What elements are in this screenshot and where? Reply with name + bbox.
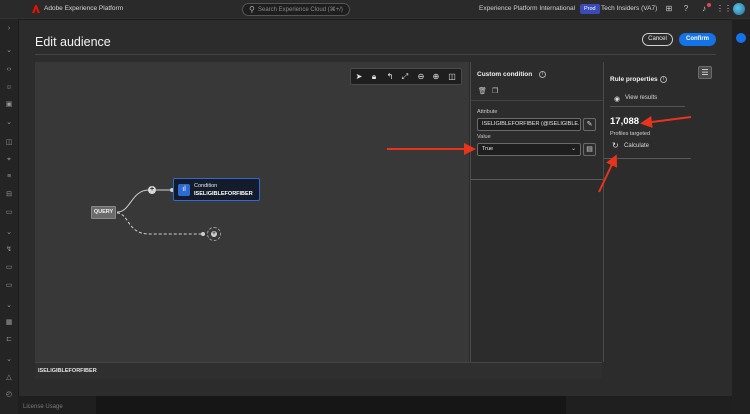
- zoom-out-icon[interactable]: ⊖: [416, 72, 426, 82]
- query-node[interactable]: QUERY: [91, 206, 116, 219]
- edit-attribute-icon[interactable]: ✎: [583, 118, 596, 131]
- chevron-down-icon: ⌄: [570, 146, 576, 152]
- cube-icon[interactable]: ▦: [5, 319, 13, 326]
- empty-input-port: [201, 232, 205, 236]
- pointer-icon[interactable]: ➤: [354, 72, 364, 82]
- chevron-down-icon[interactable]: ⌄: [5, 302, 13, 309]
- add-icon[interactable]: +: [211, 231, 217, 237]
- plug-icon[interactable]: ⊏: [5, 336, 13, 343]
- zoom-in-icon[interactable]: ⊕: [431, 72, 441, 82]
- refresh-icon[interactable]: ↻: [612, 141, 619, 150]
- undo-icon[interactable]: ↰: [385, 72, 395, 82]
- connection-icon[interactable]: ↯: [5, 246, 13, 253]
- search-input[interactable]: [258, 5, 346, 15]
- app-brand[interactable]: Adobe Experience Platform: [44, 5, 123, 12]
- value-picker-icon[interactable]: ▤: [583, 143, 596, 156]
- location-icon[interactable]: ⌖: [5, 156, 13, 163]
- add-node-placeholder[interactable]: +: [207, 227, 221, 241]
- attribute-label: Attribute: [477, 109, 498, 115]
- chat-icon[interactable]: ▭: [5, 282, 13, 289]
- segment-icon[interactable]: ◫: [5, 139, 13, 146]
- top-bar: Adobe Experience Platform ⚲ Experience P…: [0, 0, 750, 19]
- columns-icon[interactable]: ◫: [447, 72, 457, 82]
- info-icon[interactable]: i: [660, 76, 667, 83]
- condition-node-title: Condition: [194, 183, 218, 189]
- expand-icon[interactable]: ⤢: [400, 72, 410, 82]
- schema-icon[interactable]: ⊟: [5, 191, 13, 198]
- chat-icon[interactable]: ▭: [5, 264, 13, 271]
- eye-icon[interactable]: ◉: [614, 95, 620, 103]
- background-page-edge: [732, 19, 750, 414]
- duplicate-icon[interactable]: ❐: [492, 87, 498, 95]
- search-icon: ⚲: [249, 5, 255, 14]
- panel-divider: [471, 179, 603, 180]
- calculate-button[interactable]: Calculate: [624, 143, 649, 149]
- canvas-toolbar: ➤ 🔒︎ ↰ ⤢ ⊖ ⊕ ◫: [350, 68, 462, 85]
- condition-node-name: ISELIGIBLEFORFIBER: [194, 191, 253, 197]
- panel-divider: [610, 106, 685, 107]
- org-switcher[interactable]: Tech Insiders (VA7): [601, 5, 657, 12]
- license-usage-link: License Usage: [23, 404, 63, 410]
- environment-label: Experience Platform International: [479, 5, 576, 12]
- condition-icon: ıl: [178, 184, 190, 196]
- background-page-bottom: License Usage: [18, 396, 732, 414]
- code-icon[interactable]: ‹›: [5, 66, 13, 73]
- canvas-footer: ISELIGIBLEFORFIBER: [35, 362, 602, 379]
- add-condition-icon[interactable]: +: [148, 186, 156, 194]
- apps-icon[interactable]: ⋮⋮: [716, 4, 732, 13]
- message-icon[interactable]: ▭: [5, 209, 13, 216]
- chevron-down-icon[interactable]: ⌄: [5, 229, 13, 236]
- help-icon[interactable]: ?: [681, 4, 691, 13]
- user-icon[interactable]: ☺: [5, 84, 13, 91]
- chevron-right-icon[interactable]: ›: [5, 25, 13, 32]
- custom-condition-panel: Custom condition i 🗑︎ ❐ Attribute ISELIG…: [470, 62, 603, 362]
- chevron-down-icon[interactable]: ⌄: [5, 119, 13, 126]
- env-badge: Prod: [580, 4, 600, 14]
- avatar[interactable]: [733, 3, 745, 15]
- value-selected: True: [482, 146, 494, 152]
- settings-sliders-icon[interactable]: ☰: [698, 66, 712, 79]
- history-icon[interactable]: ◴: [5, 391, 13, 398]
- dashboard-icon[interactable]: ▣: [5, 101, 13, 108]
- rule-properties-panel: Rule properties i ◉ View results 17,088 …: [603, 62, 691, 362]
- confirm-button[interactable]: Confirm: [679, 33, 716, 46]
- modal-title: Edit audience: [35, 35, 111, 49]
- trash-icon[interactable]: 🗑︎: [478, 87, 487, 95]
- profiles-targeted-label: Profiles targeted: [610, 131, 651, 137]
- panel-divider: [604, 158, 691, 159]
- notification-badge: [707, 3, 711, 7]
- info-icon[interactable]: i: [539, 71, 546, 78]
- global-search[interactable]: ⚲: [242, 3, 350, 16]
- profiles-count: 17,088: [610, 116, 640, 127]
- rule-properties-header: Rule properties: [610, 76, 658, 83]
- edit-audience-modal: Edit audience Cancel Confirm ➤ 🔒︎ ↰ ⤢ ⊖ …: [19, 20, 732, 396]
- grid-icon[interactable]: ⊞: [664, 4, 674, 13]
- database-icon[interactable]: ≡: [5, 173, 13, 180]
- view-results-link[interactable]: View results: [625, 95, 657, 101]
- selected-node-label: ISELIGIBLEFORFIBER: [38, 368, 97, 374]
- adobe-logo-icon[interactable]: [32, 5, 40, 13]
- chevron-down-icon[interactable]: ⌄: [5, 47, 13, 54]
- lock-icon[interactable]: 🔒︎: [369, 72, 379, 82]
- header-divider: [35, 54, 716, 55]
- chevron-down-icon[interactable]: ⌄: [5, 356, 13, 363]
- left-rail: › ⌄ ‹› ☺ ▣ ⌄ ◫ ⌖ ≡ ⊟ ▭ ⌄ ↯ ▭ ▭ ⌄ ▦ ⊏ ⌄ △…: [0, 19, 18, 414]
- attribute-field[interactable]: ISELIGIBLEFORFIBER (@ISELIGIBLE...: [477, 118, 581, 131]
- panel-divider: [471, 100, 603, 101]
- background-action-icon: [736, 33, 746, 43]
- value-select[interactable]: True ⌄: [477, 143, 581, 156]
- cancel-button[interactable]: Cancel: [642, 33, 673, 46]
- warning-icon[interactable]: △: [5, 374, 13, 381]
- value-label: Value: [477, 134, 491, 140]
- background-footer-block: [96, 396, 566, 414]
- custom-condition-header: Custom condition: [477, 71, 533, 78]
- condition-node[interactable]: ıl Condition ISELIGIBLEFORFIBER: [173, 178, 260, 201]
